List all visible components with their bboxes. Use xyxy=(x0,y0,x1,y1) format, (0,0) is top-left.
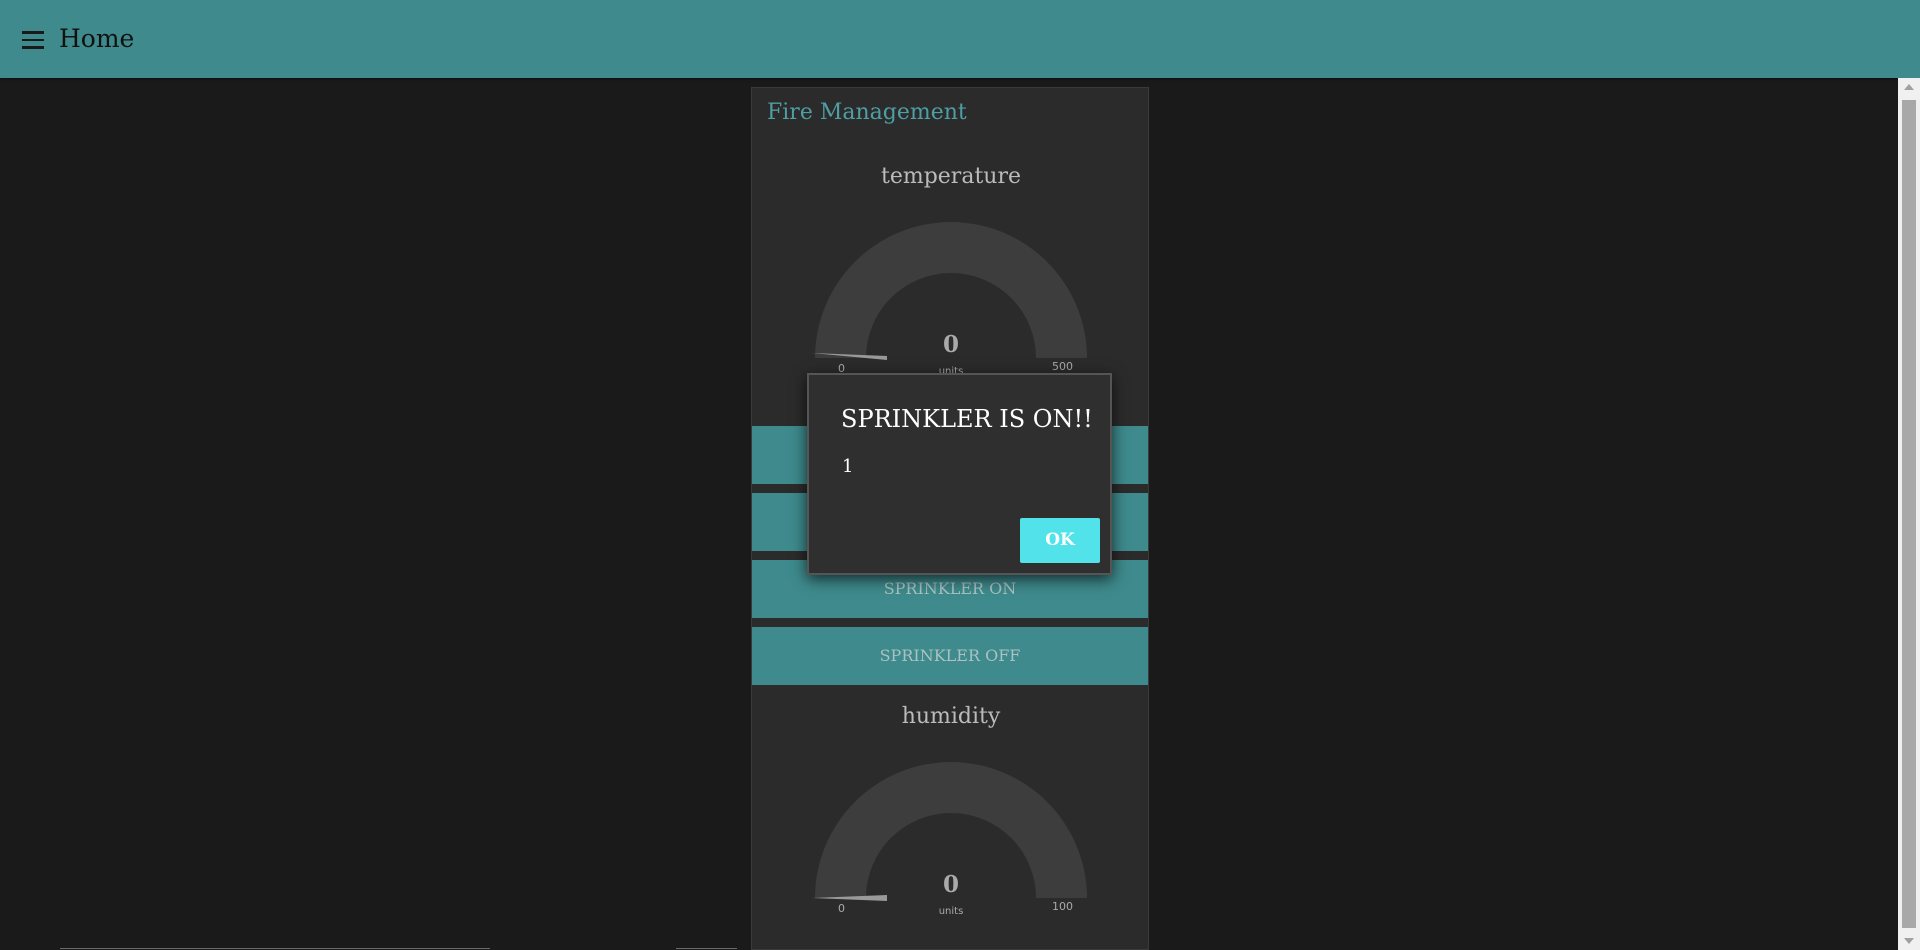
hamburger-menu-icon[interactable] xyxy=(22,31,46,49)
scroll-up-arrow-icon[interactable] xyxy=(1904,84,1914,90)
bottom-overlay-line xyxy=(60,948,490,949)
temperature-gauge-max: 500 xyxy=(1052,360,1073,373)
humidity-gauge-label: humidity xyxy=(901,704,1001,729)
scroll-down-arrow-icon[interactable] xyxy=(1904,938,1914,944)
temperature-gauge-value: 0 xyxy=(942,331,959,358)
top-app-bar: Home xyxy=(0,0,1920,78)
page-title: Home xyxy=(59,24,135,53)
dialog-title: SPRINKLER IS ON!! xyxy=(841,405,1093,433)
group-title: Fire Management xyxy=(767,100,967,125)
notification-dialog: SPRINKLER IS ON!! 1 OK xyxy=(807,373,1112,575)
bottom-overlay-line-short xyxy=(676,948,737,949)
dialog-ok-button[interactable]: OK xyxy=(1020,518,1100,563)
humidity-gauge-units: units xyxy=(938,906,964,917)
temperature-gauge-label: temperature xyxy=(880,164,1021,189)
humidity-gauge-min: 0 xyxy=(838,902,845,915)
scrollbar-thumb[interactable] xyxy=(1902,100,1916,928)
humidity-gauge-value: 0 xyxy=(942,871,959,898)
sprinkler-off-button[interactable]: SPRINKLER OFF xyxy=(752,627,1148,685)
dialog-message: 1 xyxy=(842,456,854,477)
vertical-scrollbar[interactable] xyxy=(1898,78,1920,950)
humidity-gauge-max: 100 xyxy=(1052,900,1073,913)
